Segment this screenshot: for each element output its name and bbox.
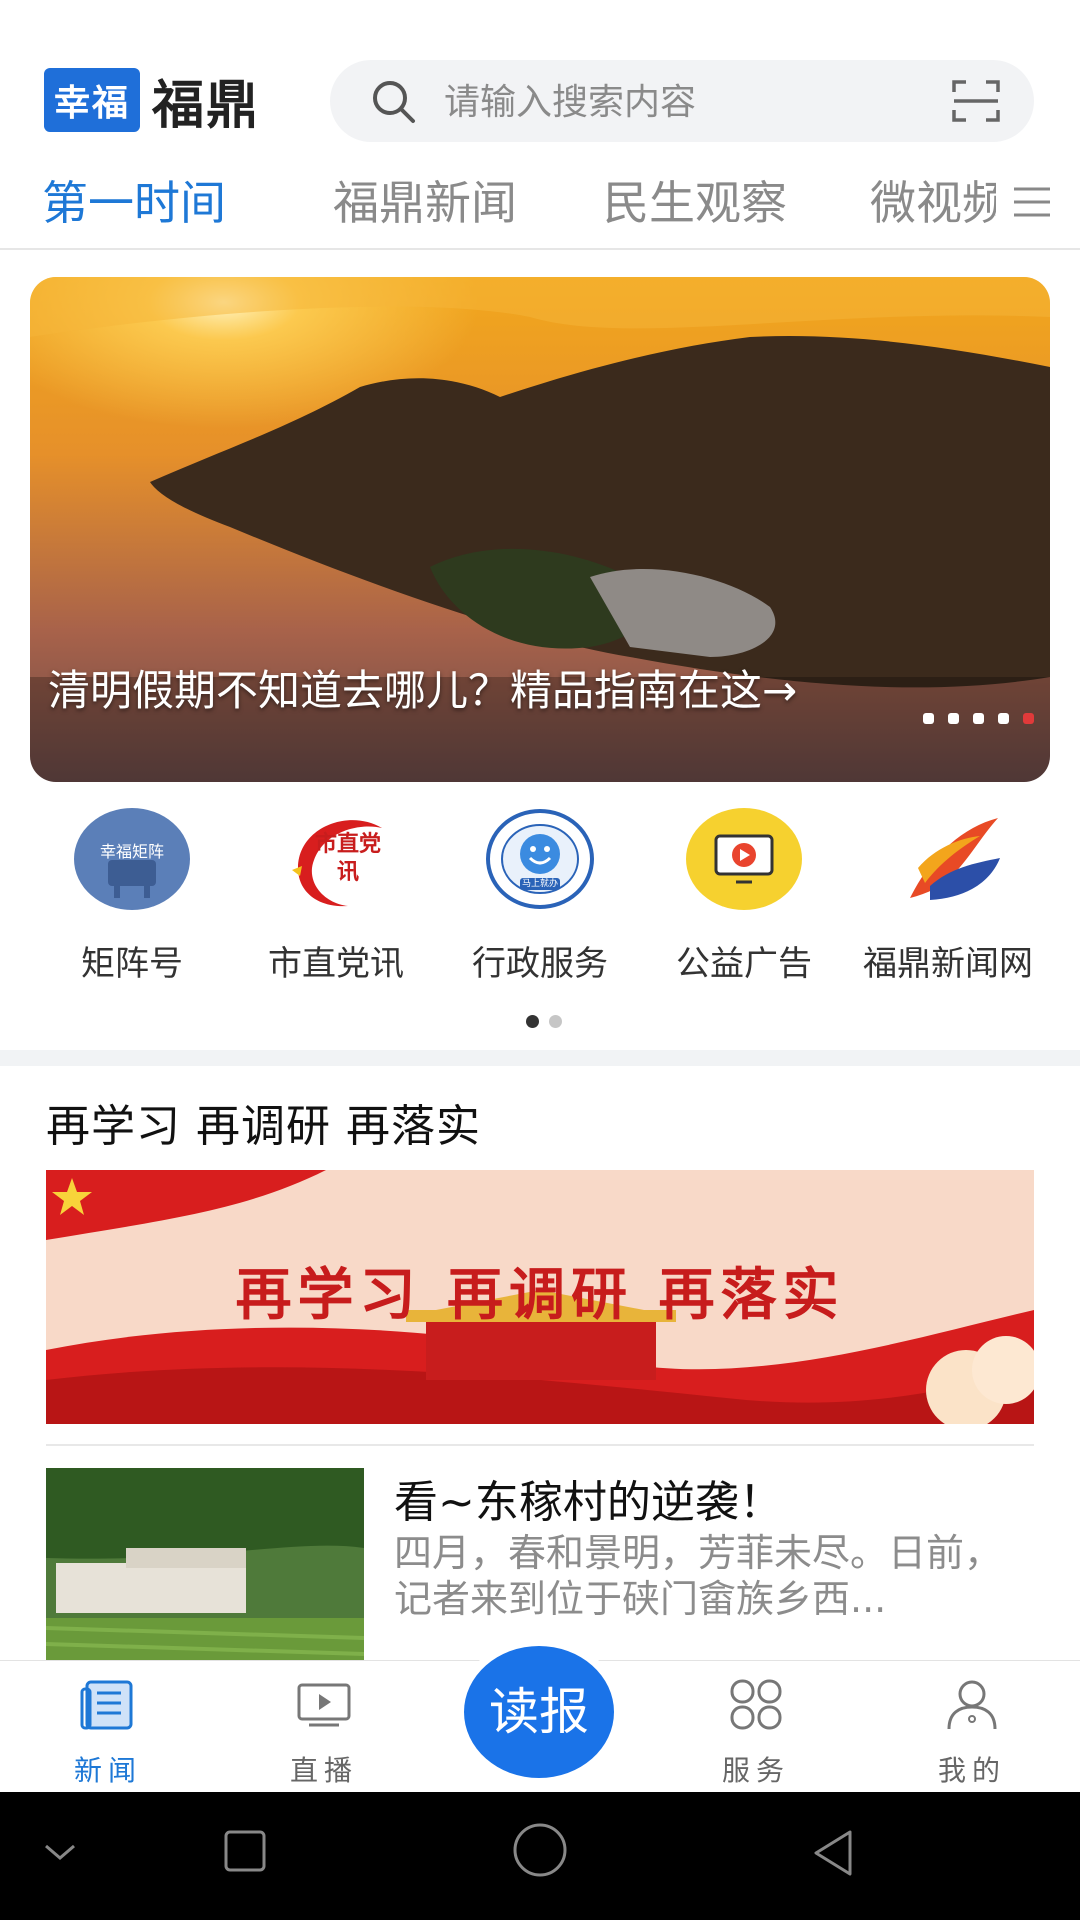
tab-fuding-news[interactable]: 福鼎新闻 xyxy=(333,168,517,248)
nav-label: 服务 xyxy=(721,1754,790,1787)
shortcut-public-ads[interactable]: 公益广告 xyxy=(642,808,846,985)
user-icon xyxy=(947,1680,997,1730)
search-input[interactable] xyxy=(442,60,926,144)
banner-pagination xyxy=(923,713,1034,724)
news-thumbnail[interactable] xyxy=(46,1468,364,1660)
banner-dot xyxy=(948,713,959,724)
search-bar[interactable] xyxy=(330,60,1034,144)
search-icon xyxy=(373,81,415,123)
page-dot xyxy=(549,1015,562,1028)
banner-dot xyxy=(998,713,1009,724)
banner-title[interactable]: 清明假期不知道去哪儿？精品指南在这→ xyxy=(48,665,848,717)
hero-banner[interactable]: 清明假期不知道去哪儿？精品指南在这→ xyxy=(30,277,1050,782)
read-newspaper-button[interactable]: 读报 xyxy=(464,1646,614,1778)
section-banner-text: 再学习 再调研 再落实 xyxy=(235,1262,845,1328)
nav-label: 新闻 xyxy=(73,1754,142,1787)
back-icon[interactable] xyxy=(810,1828,856,1878)
shortcut-fuding-news-net[interactable]: 福鼎新闻网 xyxy=(846,808,1050,985)
chevron-down-icon[interactable] xyxy=(42,1840,78,1864)
nav-mine[interactable]: 我的 xyxy=(892,1679,1052,1789)
logo-text: 福鼎 xyxy=(152,75,261,136)
shortcut-grid: 幸福矩阵 矩阵号 市直党讯 市直党讯 马上就办 行政服务 公益广告 福鼎新闻网 xyxy=(0,808,1080,1008)
section-title[interactable]: 再学习 再调研 再落实 xyxy=(46,1090,481,1154)
channel-tabs: 第一时间 福鼎新闻 民生观察 微视频 xyxy=(0,168,1080,250)
nav-services[interactable]: 服务 xyxy=(676,1679,836,1789)
banner-dot xyxy=(923,713,934,724)
banner-dot-active xyxy=(1023,713,1034,724)
app-header: 幸福 福鼎 xyxy=(0,0,1080,160)
tab-livelihood[interactable]: 民生观察 xyxy=(603,168,787,248)
admin-service-icon: 马上就办 xyxy=(482,808,598,910)
home-icon[interactable] xyxy=(512,1822,568,1878)
nav-live[interactable]: 直播 xyxy=(244,1679,404,1789)
menu-icon[interactable] xyxy=(1012,186,1052,218)
feather-logo-icon xyxy=(890,808,1006,910)
video-screen-icon xyxy=(686,808,802,910)
shortcut-pagination xyxy=(526,1015,562,1028)
section-separator xyxy=(0,1050,1080,1066)
tv-icon xyxy=(297,1683,351,1727)
nav-label: 直播 xyxy=(289,1754,358,1787)
recent-apps-icon[interactable] xyxy=(222,1828,268,1874)
page-dot-active xyxy=(526,1015,539,1028)
party-news-icon: 市直党讯 xyxy=(278,808,394,910)
shortcut-label: 市直党讯 xyxy=(268,944,404,984)
matrix-icon: 幸福矩阵 xyxy=(74,808,190,910)
scan-icon[interactable] xyxy=(952,78,1000,124)
shortcut-matrix[interactable]: 幸福矩阵 矩阵号 xyxy=(30,808,234,985)
app-logo: 幸福 福鼎 xyxy=(44,68,260,136)
shortcut-party-news[interactable]: 市直党讯 市直党讯 xyxy=(234,808,438,985)
shortcut-label: 矩阵号 xyxy=(81,944,183,984)
grid-icon xyxy=(730,1679,782,1730)
banner-dot xyxy=(973,713,984,724)
content-divider xyxy=(46,1444,1034,1446)
news-title[interactable]: 看~东稼村的逆袭！ xyxy=(394,1466,783,1530)
section-banner[interactable]: 再学习 再调研 再落实 xyxy=(46,1170,1034,1424)
shortcut-label: 行政服务 xyxy=(472,944,608,984)
system-nav-bar xyxy=(0,1792,1080,1920)
tab-first-time[interactable]: 第一时间 xyxy=(42,168,226,248)
village-image xyxy=(46,1468,364,1660)
shortcut-label: 公益广告 xyxy=(676,944,812,984)
tab-micro-video[interactable]: 微视频 xyxy=(870,168,996,248)
logo-badge: 幸福 xyxy=(44,68,141,132)
news-description: 四月，春和景明，芳菲未尽。日前，记者来到位于硖门畲族乡西... xyxy=(394,1531,1003,1621)
shortcut-admin-service[interactable]: 马上就办 行政服务 xyxy=(438,808,642,985)
newspaper-icon xyxy=(80,1680,133,1730)
nav-news[interactable]: 新闻 xyxy=(28,1679,188,1789)
nav-label: 我的 xyxy=(937,1754,1006,1787)
shortcut-label: 福鼎新闻网 xyxy=(863,944,1033,984)
